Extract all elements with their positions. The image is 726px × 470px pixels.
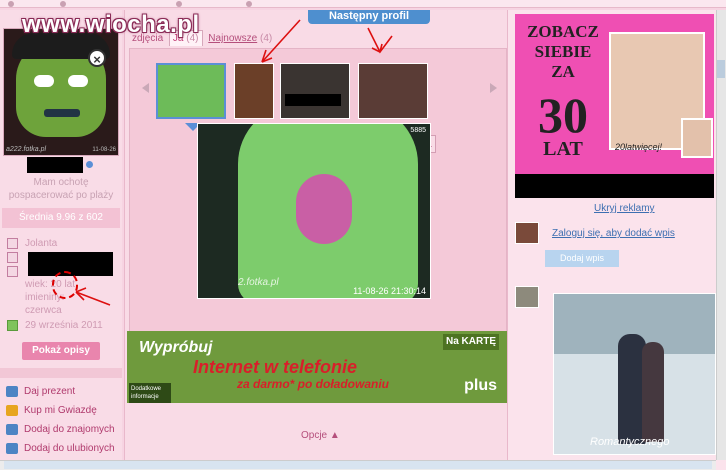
main-photo[interactable]: 5885 2.fotka.pl 11-08-26 21:30:14 — [197, 123, 431, 299]
plus-ad-banner[interactable]: Wypróbuj Internet w telefonie za darmo* … — [127, 331, 507, 403]
banner-brand-logo: plus — [464, 377, 497, 394]
average-rating: Średnia 9.96 z 602 — [2, 208, 120, 228]
action-add-friend[interactable]: Dodaj do znajomych — [6, 424, 115, 435]
toolbar-icon[interactable] — [8, 1, 14, 7]
close-icon[interactable]: × — [88, 49, 106, 67]
login-to-post-link[interactable]: Zaloguj się, aby dodać wpis — [552, 228, 675, 239]
zodiac-icon — [7, 266, 18, 277]
nameday-value: czerwca — [25, 305, 62, 316]
online-status-icon — [86, 161, 93, 168]
mood-line: Mam ochotę — [33, 177, 89, 188]
age-ad[interactable]: ZOBACZ SIEBIE ZA 30 LAT 20latwięcej! — [515, 14, 714, 198]
mood-text: Mam ochotę pospacerować po plaży — [6, 176, 116, 202]
add-friend-icon — [6, 424, 18, 435]
show-ratings-button[interactable]: Pokaż opisy — [22, 342, 100, 360]
redacted-username — [27, 157, 83, 173]
thumbnail[interactable] — [234, 63, 274, 119]
avatar-date: 11-08-26 — [92, 147, 116, 153]
photo-caption: Romantycznego — [590, 436, 670, 448]
avatar-mouth — [44, 109, 80, 117]
tab-newest[interactable]: Najnowsze (4) — [205, 31, 275, 46]
star-icon — [6, 405, 18, 416]
mood-line: pospacerować po plaży — [8, 190, 114, 201]
toolbar-icon[interactable] — [176, 1, 182, 7]
annotation-circle — [52, 271, 78, 299]
site-watermark: www.wiocha.pl — [22, 11, 200, 38]
vertical-scrollbar[interactable] — [716, 10, 726, 460]
tab-count: (4) — [259, 33, 273, 44]
romantic-photo[interactable]: Romantycznego — [553, 293, 716, 455]
thumbnail[interactable] — [358, 63, 428, 119]
avatar-eye — [68, 75, 88, 87]
photo-person — [642, 342, 664, 442]
photo-section: Następny profil zdjęcia Ja (4) Najnowsze… — [124, 10, 508, 470]
redaction-bar — [515, 174, 714, 198]
favorite-icon — [6, 443, 18, 454]
ad-unit: LAT — [543, 138, 583, 160]
toolbar-icon[interactable] — [60, 1, 66, 7]
banner-free: za darmo* po doładowaniu — [237, 377, 390, 391]
action-label: Dodaj do ulubionych — [24, 443, 115, 455]
options-toggle[interactable]: Opcje ▲ — [301, 430, 340, 441]
avatar[interactable]: × a222.fotka.pl 11-08-26 — [3, 28, 119, 156]
gender-icon — [7, 252, 18, 263]
scroll-thumb[interactable] — [4, 461, 712, 469]
ad-signature: 20latwięcej! — [615, 142, 663, 152]
photo-caption: 2.fotka.pl — [238, 277, 279, 288]
tab-label: Najnowsze — [208, 33, 258, 44]
photo-counter: 5885 — [410, 127, 426, 134]
action-add-favorite[interactable]: Dodaj do ulubionych — [6, 443, 115, 454]
action-give-gift[interactable]: Daj prezent — [6, 386, 75, 397]
person-icon — [7, 238, 18, 249]
guestbook-avatar — [515, 222, 539, 244]
photo-timestamp: 11-08-26 21:30:14 — [353, 286, 426, 296]
divider — [0, 368, 122, 378]
browser-toolbar-strip — [0, 0, 726, 8]
avatar-eye — [34, 75, 54, 87]
action-label: Kup mi Gwiazdę — [24, 405, 97, 417]
banner-card: Na KARTĘ — [443, 334, 499, 350]
avatar-caption: a222.fotka.pl — [6, 146, 47, 153]
photo-shape — [296, 174, 352, 244]
banner-internet: Internet w telefonie — [193, 357, 358, 377]
thumbnail[interactable] — [280, 63, 350, 119]
action-label: Dodaj do znajomych — [24, 424, 115, 436]
right-sidebar: ZOBACZ SIEBIE ZA 30 LAT 20latwięcej! Ukr… — [508, 10, 726, 470]
joined-date: 29 września 2011 — [25, 320, 103, 331]
add-post-button[interactable]: Dodaj wpis — [545, 250, 619, 267]
toolbar-icon[interactable] — [246, 1, 252, 7]
action-buy-star[interactable]: Kup mi Gwiazdę — [6, 405, 97, 416]
ad-number: 30 — [538, 87, 588, 143]
banner-more-info[interactable]: Dodatkowe informacje — [129, 383, 171, 403]
joined-icon — [7, 320, 18, 331]
horizontal-scrollbar[interactable] — [0, 460, 716, 470]
redaction-bar — [285, 94, 341, 106]
hide-ads-link[interactable]: Ukryj reklamy — [594, 203, 655, 214]
guestbook-avatar — [515, 286, 539, 308]
ad-headline: ZOBACZ SIEBIE ZA — [527, 22, 599, 81]
profile-sidebar: × a222.fotka.pl 11-08-26 — [0, 10, 122, 470]
banner-try: Wypróbuj — [139, 339, 213, 356]
next-profile-button[interactable]: Następny profil — [308, 10, 430, 24]
thumbnail[interactable] — [156, 63, 226, 119]
profile-name: Jolanta — [25, 238, 58, 249]
action-label: Daj prezent — [24, 386, 76, 398]
prev-thumbs-arrow-icon[interactable] — [142, 83, 149, 93]
gift-icon — [6, 386, 18, 397]
next-thumbs-arrow-icon[interactable] — [490, 83, 497, 93]
scroll-thumb[interactable] — [717, 60, 725, 78]
ad-face-thumb — [681, 118, 713, 158]
